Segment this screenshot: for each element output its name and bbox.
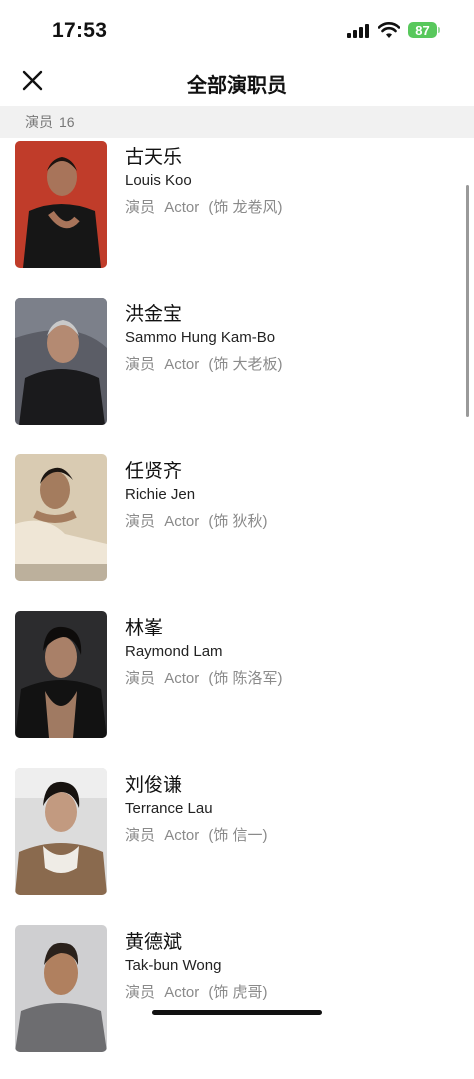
- section-header-actors: 演员 16: [0, 106, 474, 138]
- actor-name-en: Richie Jen: [125, 486, 196, 503]
- actor-name-en: Terrance Lau: [125, 800, 213, 817]
- character-name: (饰 陈洛军): [208, 670, 283, 687]
- actor-name-en: Tak-bun Wong: [125, 957, 222, 974]
- cellular-signal-icon: [347, 24, 371, 38]
- actor-photo[interactable]: [15, 454, 107, 581]
- actor-role: 演员 Actor (饰 信一): [125, 824, 268, 845]
- cast-item[interactable]: 刘俊谦 Terrance Lau 演员 Actor (饰 信一): [0, 766, 474, 922]
- cast-item[interactable]: 黄德斌 Tak-bun Wong 演员 Actor (饰 虎哥): [0, 923, 474, 1079]
- home-indicator[interactable]: [152, 1010, 322, 1015]
- role-cn: 演员: [125, 670, 156, 687]
- page-title: 全部演职员: [187, 75, 287, 97]
- role-en: Actor: [164, 670, 200, 687]
- character-name: (饰 信一): [208, 827, 268, 844]
- section-count: 16: [59, 114, 75, 130]
- actor-role: 演员 Actor (饰 陈洛军): [125, 667, 283, 688]
- actor-name-cn: 林峯: [125, 618, 164, 639]
- battery-icon: 87: [408, 22, 437, 38]
- actor-photo[interactable]: [15, 768, 107, 895]
- role-cn: 演员: [125, 199, 156, 216]
- status-bar: 17:53 87: [0, 0, 474, 62]
- character-name: (饰 狄秋): [208, 513, 268, 530]
- role-en: Actor: [164, 199, 200, 216]
- battery-level: 87: [415, 22, 430, 38]
- actor-name-cn: 洪金宝: [125, 304, 183, 325]
- cast-item[interactable]: 任贤齐 Richie Jen 演员 Actor (饰 狄秋): [0, 452, 474, 608]
- role-cn: 演员: [125, 356, 156, 373]
- character-name: (饰 虎哥): [208, 984, 268, 1001]
- role-cn: 演员: [125, 513, 156, 530]
- character-name: (饰 大老板): [208, 356, 283, 373]
- actor-name-en: Louis Koo: [125, 172, 192, 189]
- status-time: 17:53: [52, 19, 108, 42]
- battery-nub: [438, 27, 440, 33]
- actor-name-cn: 任贤齐: [125, 461, 183, 482]
- character-name: (饰 龙卷风): [208, 199, 283, 216]
- cast-item[interactable]: 古天乐 Louis Koo 演员 Actor (饰 龙卷风): [0, 138, 474, 294]
- nav-header: 全部演职员: [0, 62, 474, 106]
- wifi-icon: [377, 21, 401, 44]
- scrollbar[interactable]: [466, 185, 469, 417]
- actor-role: 演员 Actor (饰 龙卷风): [125, 196, 283, 217]
- role-en: Actor: [164, 356, 200, 373]
- actor-name-cn: 刘俊谦: [125, 775, 183, 796]
- actor-photo[interactable]: [15, 298, 107, 425]
- actor-role: 演员 Actor (饰 大老板): [125, 353, 283, 374]
- section-label: 演员: [25, 114, 53, 130]
- actor-role: 演员 Actor (饰 虎哥): [125, 981, 268, 1002]
- actor-photo[interactable]: [15, 141, 107, 268]
- actor-photo[interactable]: [15, 611, 107, 738]
- actor-name-cn: 古天乐: [125, 147, 183, 168]
- actor-name-en: Raymond Lam: [125, 643, 223, 660]
- role-cn: 演员: [125, 984, 156, 1001]
- actor-role: 演员 Actor (饰 狄秋): [125, 510, 268, 531]
- role-en: Actor: [164, 513, 200, 530]
- role-en: Actor: [164, 827, 200, 844]
- actor-name-en: Sammo Hung Kam-Bo: [125, 329, 276, 346]
- cast-item[interactable]: 林峯 Raymond Lam 演员 Actor (饰 陈洛军): [0, 609, 474, 765]
- cast-item[interactable]: 洪金宝 Sammo Hung Kam-Bo 演员 Actor (饰 大老板): [0, 295, 474, 451]
- actor-name-cn: 黄德斌: [125, 932, 183, 953]
- role-cn: 演员: [125, 827, 156, 844]
- actor-photo[interactable]: [15, 925, 107, 1052]
- role-en: Actor: [164, 984, 200, 1001]
